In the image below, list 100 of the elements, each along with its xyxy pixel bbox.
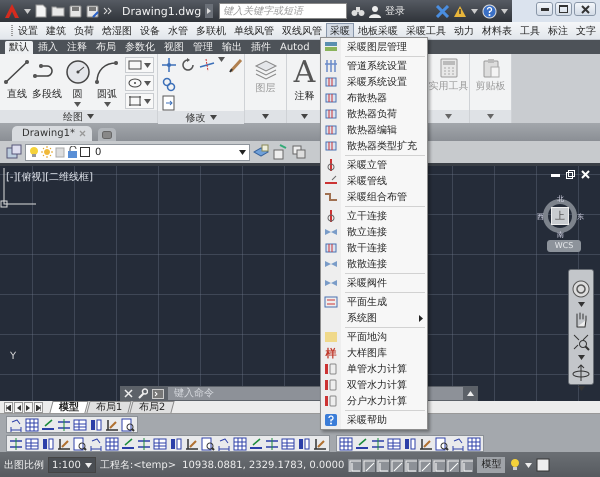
grid-icon[interactable] (105, 436, 119, 450)
caret-icon[interactable] (24, 8, 31, 14)
menu-item[interactable]: 散散连接 (321, 256, 427, 272)
menu-item[interactable]: 地板采暖 (354, 22, 402, 38)
layer-dropdown[interactable]: 0 (25, 144, 250, 160)
tab-scroll-button[interactable] (24, 402, 33, 413)
menu-item[interactable]: 散热器编辑 (321, 122, 427, 138)
menu-item[interactable]: 采暖组合布管 (321, 189, 427, 205)
ribbon-tab[interactable]: 输出 (218, 41, 246, 54)
document-search-icon[interactable] (435, 436, 449, 450)
annotate-button[interactable]: A 注释 (290, 57, 319, 104)
caret-icon[interactable] (144, 62, 152, 68)
minimize-button[interactable] (536, 2, 553, 16)
caret-icon[interactable] (501, 8, 508, 14)
prompt-icon[interactable] (152, 388, 164, 398)
pipe-fitting-icon[interactable] (41, 436, 55, 450)
menu-item[interactable]: 水管 (164, 22, 192, 38)
layout-tab[interactable]: 布局2 (130, 401, 176, 413)
layer-previous-icon[interactable] (291, 144, 307, 160)
snap-icon[interactable] (348, 458, 362, 472)
move-icon[interactable] (161, 57, 177, 73)
ruler-icon[interactable] (419, 436, 433, 450)
copy-icon[interactable] (161, 76, 177, 92)
orbit-icon[interactable] (572, 364, 590, 382)
caret-icon[interactable] (210, 115, 216, 120)
new-tab-button[interactable] (98, 128, 116, 141)
document-search-icon[interactable] (73, 436, 87, 450)
menu-item[interactable]: 动力 (450, 22, 478, 38)
menu-item[interactable]: 多联机 (192, 22, 230, 38)
zoom-icon[interactable] (572, 333, 590, 351)
rotate-icon[interactable] (180, 57, 196, 73)
ribbon-tab[interactable]: 默认 (5, 41, 33, 54)
ribbon-tab[interactable]: 视图 (160, 41, 188, 54)
dynamic-input-icon[interactable] (446, 458, 460, 472)
viewcube-face[interactable]: 上 (551, 207, 569, 225)
grid-icon[interactable] (25, 418, 39, 432)
pipe-fitting-icon[interactable] (403, 436, 417, 450)
ribbon-tab[interactable]: 管理 (189, 41, 217, 54)
osnap-icon[interactable] (404, 458, 418, 472)
menu-item[interactable]: 设备 (136, 22, 164, 38)
chevron-icon[interactable] (103, 7, 112, 15)
parallel-lines-icon[interactable] (371, 436, 385, 450)
menu-item[interactable]: 系统图 (321, 310, 427, 326)
help-icon[interactable] (482, 4, 497, 18)
layout-tab[interactable]: 模型 (49, 401, 89, 413)
ruler-icon[interactable] (313, 436, 327, 450)
caret-icon[interactable] (84, 462, 92, 468)
pipe-fitting-icon[interactable] (169, 436, 183, 450)
ribbon-tab[interactable]: 插入 (34, 41, 62, 54)
tab-scroll-button[interactable] (4, 402, 13, 413)
grid-icon[interactable] (467, 436, 481, 450)
lineweight-icon[interactable] (460, 458, 474, 472)
parallel-lines-icon[interactable] (9, 436, 23, 450)
document-search-icon[interactable] (121, 418, 135, 432)
table-icon[interactable] (281, 436, 295, 450)
tool-dropdown[interactable] (125, 93, 154, 109)
table-icon[interactable] (153, 436, 167, 450)
menu-item[interactable]: 单管水力计算 (321, 361, 427, 377)
menu-item[interactable]: 设置 (14, 22, 42, 38)
ruler-icon[interactable] (185, 436, 199, 450)
layer-state-icon[interactable] (6, 144, 22, 160)
menu-item[interactable]: 平面地沟 (321, 329, 427, 345)
pencil-icon[interactable] (228, 57, 244, 73)
menu-item[interactable]: 散热器负荷 (321, 106, 427, 122)
grid-display-icon[interactable] (362, 458, 376, 472)
user-icon[interactable] (369, 4, 382, 18)
menu-item[interactable]: 散干连接 (321, 240, 427, 256)
level-line-icon[interactable] (41, 418, 55, 432)
menu-item[interactable]: 散立连接 (321, 224, 427, 240)
trim-icon[interactable] (199, 57, 215, 73)
menu-item[interactable]: 采暖管线 (321, 173, 427, 189)
dimension-icon[interactable] (451, 436, 465, 450)
folder-icon[interactable] (51, 5, 65, 17)
bulb-icon[interactable] (509, 458, 522, 472)
pipe-fitting-icon[interactable] (297, 436, 311, 450)
grip-icon[interactable] (10, 24, 14, 38)
caret-icon[interactable] (144, 80, 152, 86)
viewport-controls[interactable]: [-][俯视][二维线框] (6, 170, 94, 184)
caret-icon[interactable] (578, 355, 584, 360)
layout-tab[interactable]: 布局1 (86, 401, 132, 413)
caret-icon[interactable] (262, 114, 269, 119)
level-line-icon[interactable] (249, 436, 263, 450)
table-icon[interactable] (387, 436, 401, 450)
grid-icon[interactable] (233, 436, 247, 450)
ribbon-tab[interactable]: Autod (276, 41, 314, 54)
draw-tool-button[interactable]: 圆 (64, 57, 92, 108)
tab-scroll-button[interactable] (14, 402, 23, 413)
caret-icon[interactable] (87, 114, 94, 119)
menu-item[interactable]: 采暖阀件 (321, 275, 427, 291)
tool-dropdown[interactable] (125, 57, 154, 73)
table-icon[interactable] (73, 418, 87, 432)
warning-icon[interactable] (453, 4, 467, 18)
steering-wheel-icon[interactable] (572, 280, 590, 298)
dimension-icon[interactable] (217, 436, 231, 450)
caret-icon[interactable] (471, 8, 478, 14)
menu-item[interactable]: 采暖图层管理 (321, 39, 427, 55)
menu-item[interactable]: 工具 (516, 22, 544, 38)
menu-item[interactable]: 建筑 (42, 22, 70, 38)
search-field[interactable]: 键入关键字或短语 (219, 3, 348, 19)
menu-item[interactable]: 采暖系统设置 (321, 74, 427, 90)
